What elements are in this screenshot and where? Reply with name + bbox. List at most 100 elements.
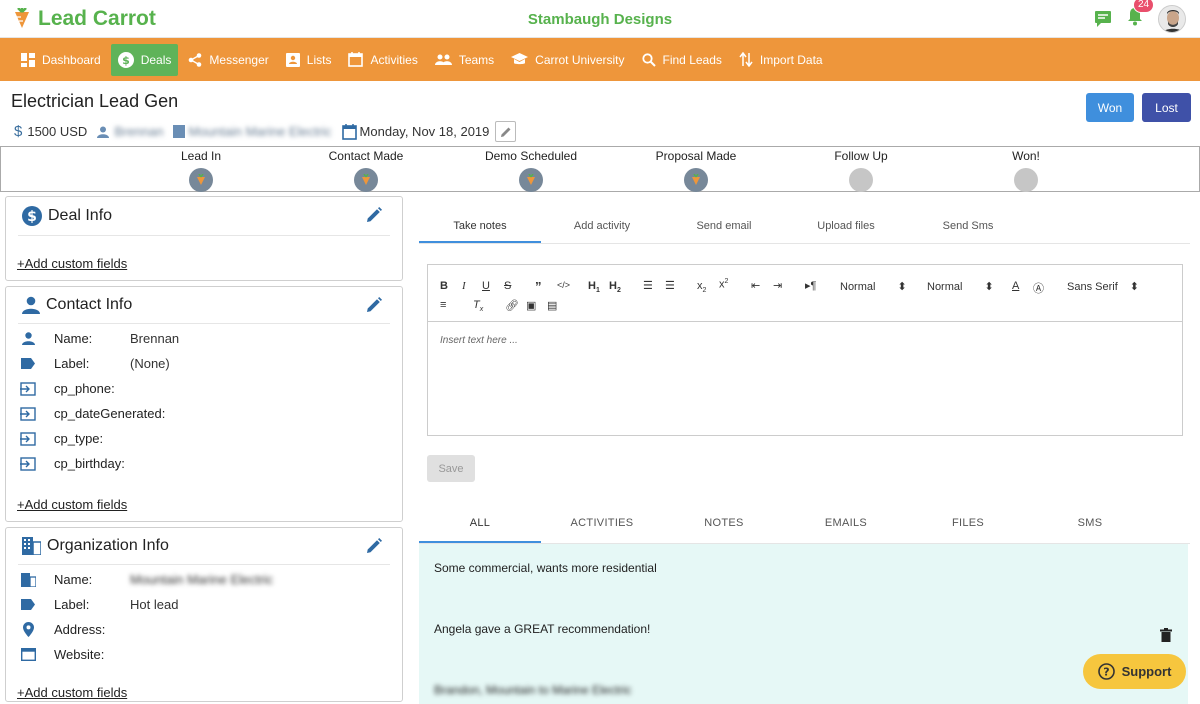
code-icon[interactable]: </> xyxy=(557,280,570,290)
nav-activities[interactable]: Activities xyxy=(341,44,424,76)
dollar-icon: $ xyxy=(117,51,134,68)
add-custom-fields-link[interactable]: +Add custom fields xyxy=(17,685,127,700)
share-icon xyxy=(189,52,202,67)
note-input[interactable]: Insert text here ... xyxy=(440,335,518,346)
size-select-2[interactable]: Normal ⬍ xyxy=(927,280,994,293)
activity-area: Take notes Add activity Send email Uploa… xyxy=(419,206,1190,704)
tab-add-activity[interactable]: Add activity xyxy=(541,206,663,243)
tab-send-email[interactable]: Send email xyxy=(663,206,785,243)
contact-card-icon xyxy=(285,53,300,67)
image-icon[interactable]: ▣ xyxy=(526,299,536,312)
nav-teams[interactable]: Teams xyxy=(428,44,501,76)
won-button[interactable]: Won xyxy=(1086,93,1134,122)
bullet-list-icon[interactable]: ☰ xyxy=(665,279,675,292)
carrot-logo-icon xyxy=(15,7,29,28)
stage-empty-dot xyxy=(849,168,873,192)
superscript-button[interactable]: x2 xyxy=(719,278,728,291)
heading1-button[interactable]: H1 xyxy=(588,280,600,294)
nav-import-data[interactable]: Import Data xyxy=(732,44,830,76)
deal-date-value: Monday, Nov 18, 2019 xyxy=(359,124,490,139)
person-icon xyxy=(21,332,35,345)
support-button[interactable]: ? Support xyxy=(1083,654,1186,689)
nav-carrot-university[interactable]: Carrot University xyxy=(504,44,631,76)
stage-follow-up[interactable]: Follow Up xyxy=(801,149,921,192)
stage-proposal-made[interactable]: Proposal Made xyxy=(636,149,756,192)
label-tag-icon xyxy=(21,358,35,369)
org-field-label: Label: Hot lead xyxy=(18,597,178,612)
subscript-button[interactable]: x2 xyxy=(697,280,706,294)
size-select-1[interactable]: Normal ⬍ xyxy=(840,280,907,293)
link-icon[interactable]: 🔗︎ xyxy=(505,299,519,312)
stage-label: Follow Up xyxy=(834,149,888,163)
tab-emails[interactable]: EMAILS xyxy=(785,506,907,543)
chat-icon[interactable] xyxy=(1094,10,1112,28)
tab-send-sms[interactable]: Send Sms xyxy=(907,206,1029,243)
nav-dashboard[interactable]: Dashboard xyxy=(14,44,108,76)
nav-deals[interactable]: $ Deals xyxy=(110,43,179,76)
contact-info-panel: Contact Info Name: Brennan Label: (None)… xyxy=(5,286,403,522)
blockquote-icon[interactable]: ” xyxy=(535,279,542,294)
underline-button[interactable]: U xyxy=(482,280,490,292)
strikethrough-button[interactable]: S xyxy=(504,280,511,292)
clear-format-icon[interactable]: Tx xyxy=(473,299,483,313)
stage-contact-made[interactable]: Contact Made xyxy=(306,149,426,192)
tab-all[interactable]: ALL xyxy=(419,506,541,543)
search-icon xyxy=(641,52,656,67)
text-direction-icon[interactable]: ▸¶ xyxy=(805,279,816,292)
browser-window-icon xyxy=(20,648,36,661)
tab-files[interactable]: FILES xyxy=(907,506,1029,543)
deal-organization[interactable]: Mountain Marine Electric xyxy=(173,124,332,139)
logo-text: Lead Carrot xyxy=(38,6,156,30)
tab-activities[interactable]: ACTIVITIES xyxy=(541,506,663,543)
notifications[interactable]: 24 xyxy=(1126,0,1155,31)
ordered-list-icon[interactable]: ☰ xyxy=(643,279,653,292)
lost-button[interactable]: Lost xyxy=(1142,93,1191,122)
video-icon[interactable]: ▤ xyxy=(547,299,557,312)
tab-notes[interactable]: NOTES xyxy=(663,506,785,543)
add-custom-fields-link[interactable]: +Add custom fields xyxy=(17,256,127,271)
text-color-icon[interactable]: A xyxy=(1012,280,1019,292)
chevron-updown-icon: ⬍ xyxy=(984,281,994,293)
logo[interactable]: Lead Carrot xyxy=(10,7,156,31)
organization-info-panel: Organization Info Name: Mountain Marine … xyxy=(5,527,403,702)
add-custom-fields-link[interactable]: +Add custom fields xyxy=(17,497,127,512)
field-label: cp_birthday: xyxy=(54,456,125,471)
save-button[interactable]: Save xyxy=(427,455,475,482)
stage-demo-scheduled[interactable]: Demo Scheduled xyxy=(471,149,591,192)
font-select[interactable]: Sans Serif ⬍ xyxy=(1067,280,1139,293)
edit-deal-button[interactable] xyxy=(495,121,517,142)
indent-icon[interactable]: ⇥ xyxy=(773,279,782,292)
field-value: Mountain Marine Electric xyxy=(130,572,274,587)
outdent-icon[interactable]: ⇤ xyxy=(751,279,760,292)
background-color-icon[interactable]: Ⓐ xyxy=(1033,280,1044,296)
bold-button[interactable]: B xyxy=(440,280,448,292)
org-field-website: Website: xyxy=(18,647,130,662)
nav-lists[interactable]: Lists xyxy=(279,44,339,76)
stage-won[interactable]: Won! xyxy=(966,149,1086,192)
stage-lead-in[interactable]: Lead In xyxy=(141,149,261,192)
edit-pencil-icon[interactable] xyxy=(366,297,382,313)
align-icon[interactable]: ≡ xyxy=(440,299,446,311)
chevron-updown-icon: ⬍ xyxy=(1129,281,1139,293)
avatar[interactable] xyxy=(1158,4,1186,33)
tab-sms[interactable]: SMS xyxy=(1029,506,1151,543)
stage-carrot-icon xyxy=(354,168,378,192)
contact-field-label: Label: (None) xyxy=(18,356,170,371)
heading2-button[interactable]: H2 xyxy=(609,280,621,294)
edit-pencil-icon[interactable] xyxy=(366,207,382,223)
trash-icon[interactable] xyxy=(1160,628,1172,642)
nav-messenger[interactable]: Messenger xyxy=(181,44,275,76)
deal-person-name: Brennan xyxy=(114,124,164,139)
contact-field-cp-type: cp_type: xyxy=(18,431,130,446)
italic-button[interactable]: I xyxy=(462,280,466,292)
nav-find-leads[interactable]: Find Leads xyxy=(635,44,729,76)
input-field-icon xyxy=(20,381,36,396)
edit-pencil-icon[interactable] xyxy=(366,538,382,554)
tab-upload-files[interactable]: Upload files xyxy=(785,206,907,243)
feed-item: Brandon, Mountain to Marine Electric xyxy=(434,683,632,697)
dollar-sign-icon: $ xyxy=(14,123,23,140)
note-editor: B I U S ” </> H1 H2 ☰ ☰ x2 x2 ⇤ ⇥ ▸¶ Nor… xyxy=(427,264,1183,436)
deal-person[interactable]: Brennan xyxy=(97,124,163,139)
tab-take-notes[interactable]: Take notes xyxy=(419,206,541,243)
people-icon xyxy=(434,54,452,65)
